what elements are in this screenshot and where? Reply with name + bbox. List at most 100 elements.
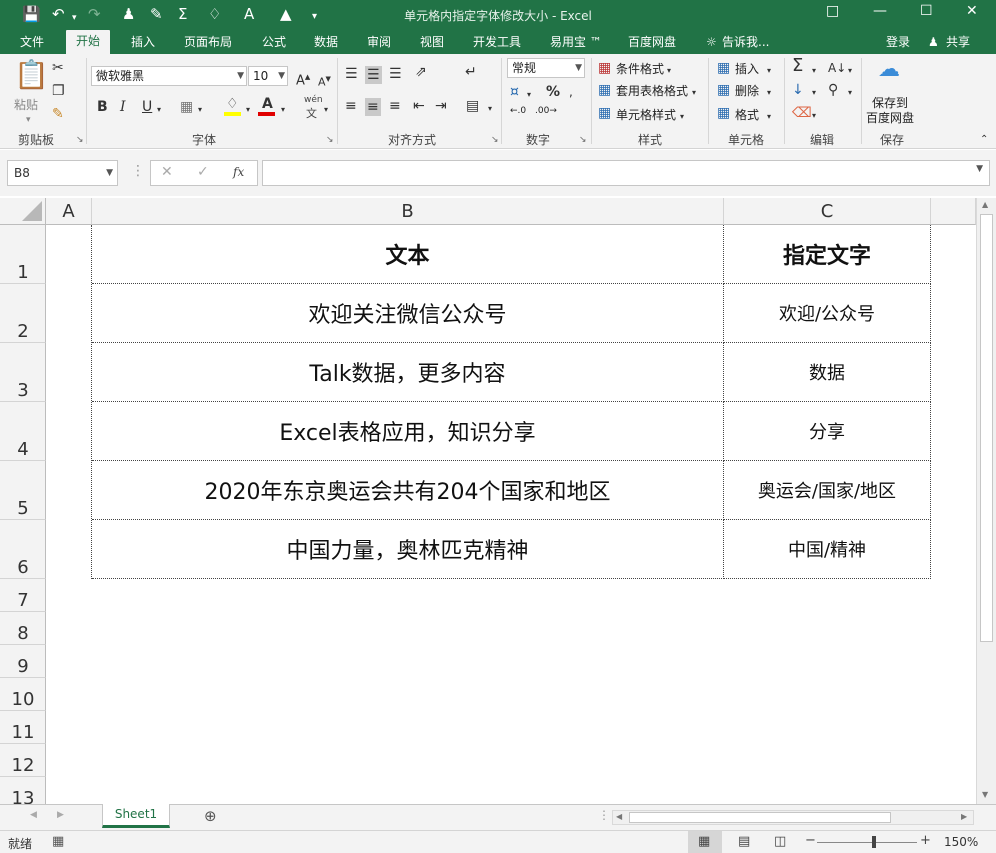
number-launcher-icon[interactable]: ↘: [579, 135, 587, 145]
clipboard-launcher-icon[interactable]: ↘: [76, 135, 84, 145]
tab-developer[interactable]: 开发工具: [473, 33, 521, 51]
currency-icon[interactable]: ¤: [510, 84, 519, 100]
paste-dropdown-icon[interactable]: ▾: [26, 112, 31, 128]
format-dropdown-icon[interactable]: ▾: [767, 109, 771, 125]
vertical-scroll-thumb[interactable]: [980, 214, 993, 642]
scroll-down-icon[interactable]: ▼: [982, 790, 988, 799]
column-header-b[interactable]: B: [92, 198, 724, 225]
scroll-up-icon[interactable]: ▲: [982, 200, 988, 209]
find-select-icon[interactable]: ⚲: [828, 82, 838, 98]
align-center-icon[interactable]: ≡: [365, 98, 381, 116]
cell-b5[interactable]: 2020年东京奥运会共有204个国家和地区: [92, 461, 724, 520]
percent-button[interactable]: %: [546, 84, 560, 100]
tell-me-input[interactable]: 告诉我...: [722, 33, 769, 51]
zoom-out-icon[interactable]: −: [805, 833, 816, 848]
align-right-icon[interactable]: ≡: [389, 98, 401, 114]
zoom-level[interactable]: 150%: [944, 835, 978, 849]
formula-input[interactable]: ▼: [262, 160, 990, 186]
clear-icon[interactable]: ⌫: [792, 105, 812, 121]
decrease-decimal-icon[interactable]: .00→: [535, 106, 557, 116]
zoom-slider-thumb[interactable]: [872, 836, 876, 848]
share-button[interactable]: 共享: [946, 33, 970, 51]
row-header-4[interactable]: 4: [0, 402, 46, 461]
increase-indent-icon[interactable]: ⇥: [435, 98, 447, 114]
decrease-indent-icon[interactable]: ⇤: [413, 98, 425, 114]
tab-easy-tools[interactable]: 易用宝 ™: [550, 33, 602, 51]
decrease-font-icon[interactable]: A▼: [318, 71, 331, 91]
paste-button[interactable]: 粘贴: [14, 96, 38, 113]
tab-home[interactable]: 开始: [66, 30, 111, 54]
border-icon[interactable]: ▦: [180, 99, 193, 115]
tab-file[interactable]: 文件: [20, 33, 44, 51]
next-sheet-icon[interactable]: ▶: [57, 810, 64, 820]
number-format-select[interactable]: 常规 ▼: [507, 58, 585, 78]
autosum-dropdown-icon[interactable]: ▾: [812, 63, 816, 79]
cell-c6[interactable]: 中国/精神: [724, 520, 931, 579]
column-header-c[interactable]: C: [724, 198, 931, 225]
page-break-view-icon[interactable]: ◫: [774, 834, 786, 849]
align-top-icon[interactable]: ☰: [345, 66, 358, 82]
enter-icon[interactable]: ✓: [197, 164, 209, 180]
format-as-table-dropdown-icon[interactable]: ▾: [692, 85, 696, 101]
align-middle-icon[interactable]: ☰: [365, 66, 382, 84]
format-cells-button[interactable]: 格式: [735, 106, 759, 123]
autosum-icon[interactable]: Σ: [792, 57, 803, 75]
scroll-right-icon[interactable]: ▶: [961, 812, 967, 821]
wrap-text-icon[interactable]: ↵: [465, 64, 477, 80]
delete-dropdown-icon[interactable]: ▾: [767, 85, 771, 101]
close-icon[interactable]: ✕: [966, 3, 978, 19]
underline-dropdown-icon[interactable]: ▾: [157, 102, 161, 118]
align-left-icon[interactable]: ≡: [345, 98, 357, 114]
row-header-3[interactable]: 3: [0, 343, 46, 402]
conditional-format-dropdown-icon[interactable]: ▾: [667, 63, 671, 79]
font-name-select[interactable]: 微软雅黑 ▼: [91, 66, 247, 86]
conditional-format-button[interactable]: 条件格式: [616, 60, 664, 77]
cell-b4[interactable]: Excel表格应用，知识分享: [92, 402, 724, 461]
zoom-in-icon[interactable]: +: [920, 833, 931, 848]
column-header-a[interactable]: A: [46, 198, 92, 225]
cell-b2[interactable]: 欢迎关注微信公众号: [92, 284, 724, 343]
alignment-launcher-icon[interactable]: ↘: [491, 135, 499, 145]
clear-dropdown-icon[interactable]: ▾: [812, 108, 816, 124]
tab-view[interactable]: 视图: [420, 33, 444, 51]
vertical-scrollbar[interactable]: ▲ ▼: [976, 198, 996, 804]
macro-record-icon[interactable]: ▦: [52, 834, 64, 849]
sort-filter-icon[interactable]: A↓: [828, 60, 846, 76]
new-sheet-icon[interactable]: ⊕: [204, 807, 217, 825]
phonetic-dropdown-icon[interactable]: ▾: [324, 102, 328, 118]
ribbon-options-icon[interactable]: □: [826, 3, 839, 19]
italic-button[interactable]: I: [120, 99, 126, 115]
row-header-10[interactable]: 10: [0, 678, 46, 711]
paste-icon[interactable]: 📋: [14, 60, 49, 90]
tab-review[interactable]: 审阅: [367, 33, 391, 51]
login-link[interactable]: 登录: [886, 33, 910, 51]
cut-icon[interactable]: ✂: [52, 60, 64, 76]
phonetic-button[interactable]: wén: [304, 95, 323, 105]
increase-font-icon[interactable]: A▲: [296, 69, 310, 89]
row-header-8[interactable]: 8: [0, 612, 46, 645]
horizontal-scrollbar[interactable]: ◀ ▶: [612, 810, 974, 825]
currency-dropdown-icon[interactable]: ▾: [527, 87, 531, 103]
merge-center-icon[interactable]: ▤: [466, 98, 479, 114]
tab-formulas[interactable]: 公式: [262, 33, 286, 51]
font-color-icon[interactable]: A: [262, 96, 273, 112]
collapse-ribbon-icon[interactable]: ⌃: [980, 132, 988, 148]
fill-icon[interactable]: ↓: [792, 82, 804, 98]
cell-b3[interactable]: Talk数据，更多内容: [92, 343, 724, 402]
find-dropdown-icon[interactable]: ▾: [848, 85, 852, 101]
fill-color-icon[interactable]: ♢: [226, 96, 239, 112]
tab-baidu-netdisk[interactable]: 百度网盘: [628, 33, 676, 51]
cell-styles-dropdown-icon[interactable]: ▾: [680, 109, 684, 125]
cell-c3[interactable]: 数据: [724, 343, 931, 402]
minimize-icon[interactable]: —: [873, 3, 887, 19]
prev-sheet-icon[interactable]: ◀: [30, 810, 37, 820]
cell-styles-button[interactable]: 单元格样式: [616, 106, 676, 123]
row-header-7[interactable]: 7: [0, 579, 46, 612]
insert-cells-button[interactable]: 插入: [735, 60, 759, 77]
row-header-11[interactable]: 11: [0, 711, 46, 744]
column-header-d[interactable]: [931, 198, 976, 225]
sort-dropdown-icon[interactable]: ▾: [848, 63, 852, 79]
cell-c1[interactable]: 指定文字: [724, 225, 931, 284]
insert-dropdown-icon[interactable]: ▾: [767, 63, 771, 79]
format-as-table-button[interactable]: 套用表格格式: [616, 82, 688, 99]
